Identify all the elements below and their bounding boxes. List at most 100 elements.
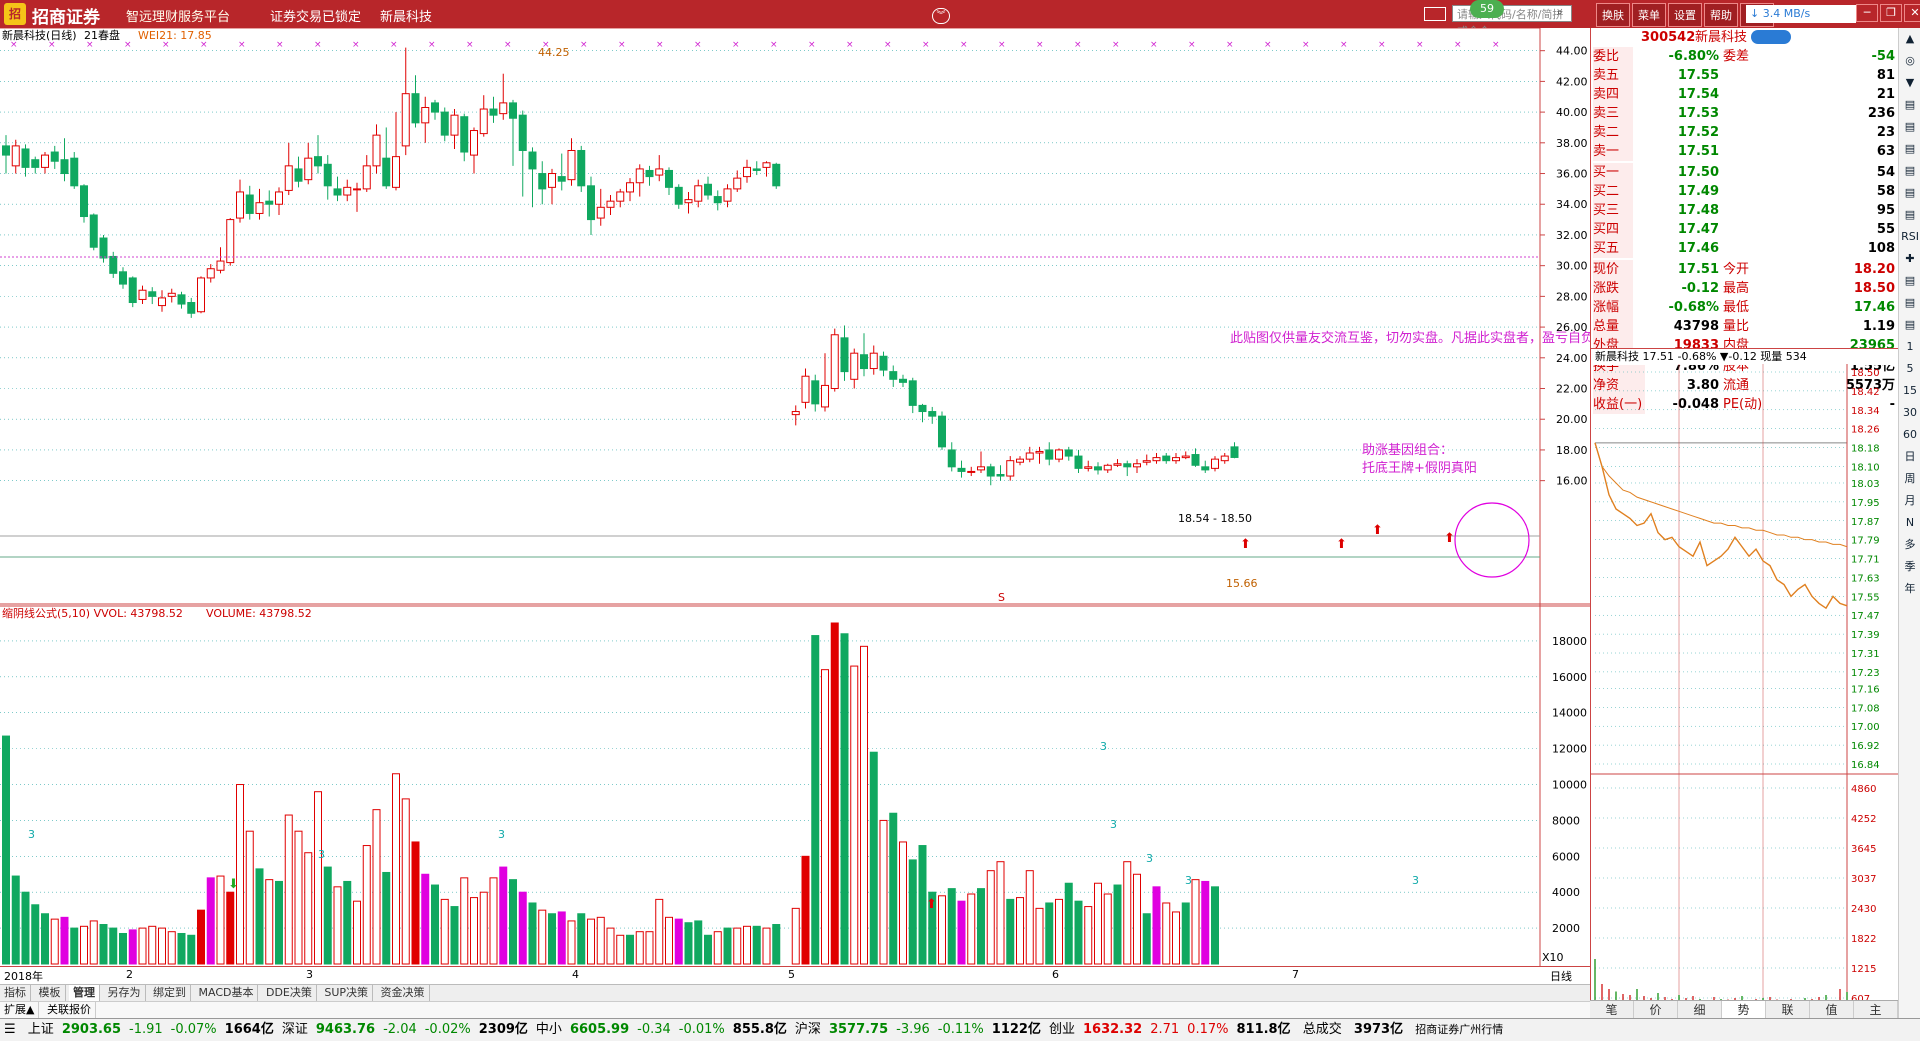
menu-help[interactable]: 帮助 <box>1704 3 1738 27</box>
trade-lock-status[interactable]: 证券交易已锁定 <box>270 6 361 25</box>
toolstrip-item-0[interactable]: ▲ <box>1899 28 1920 50</box>
candle-body <box>60 159 69 175</box>
sell-level-4[interactable]: 卖四 17.54 21 <box>1591 85 1899 104</box>
tab-linked[interactable]: 联 <box>1766 1001 1810 1019</box>
tab-dde[interactable]: DDE决策 <box>262 985 317 1001</box>
sell-level-1[interactable]: 卖一 17.51 63 <box>1591 142 1899 161</box>
ticker-name[interactable]: 创业 <box>1049 1019 1075 1041</box>
toolstrip-item-6[interactable]: ▤ <box>1899 160 1920 182</box>
toolstrip-item-9[interactable]: RSI <box>1899 226 1920 248</box>
tab-template[interactable]: 模板 <box>35 985 66 1001</box>
buy-level-4[interactable]: 买四 17.47 55 <box>1591 220 1899 239</box>
toolstrip-item-15[interactable]: 5 <box>1899 358 1920 380</box>
cloud-icon[interactable] <box>1751 30 1791 44</box>
tab-value[interactable]: 值 <box>1810 1001 1854 1019</box>
search-icon[interactable]: ⌕ <box>1557 7 1569 19</box>
sell-level-2[interactable]: 卖二 17.52 23 <box>1591 123 1899 142</box>
time-label: 5 <box>788 968 795 981</box>
candle-body <box>89 214 98 248</box>
toolstrip-item-1[interactable]: ◎ <box>1899 50 1920 72</box>
volume-bar <box>694 920 703 965</box>
toolstrip-item-17[interactable]: 30 <box>1899 402 1920 424</box>
toolstrip-item-16[interactable]: 15 <box>1899 380 1920 402</box>
volume-bar <box>704 934 712 965</box>
candle-body <box>450 114 459 136</box>
buy-level-1[interactable]: 买一 17.50 54 <box>1591 163 1899 182</box>
tab-indicator[interactable]: 指标 <box>0 985 31 1001</box>
app-logo-icon: 招 <box>4 3 26 25</box>
toolstrip-item-19[interactable]: 日 <box>1899 446 1920 468</box>
ticker-name[interactable]: 上证 <box>28 1019 54 1041</box>
sell-level-5[interactable]: 卖五 17.55 81 <box>1591 66 1899 85</box>
kline-chart-area[interactable]: 44.00 42.00 40.00 38.00 36.00 34.00 32.00 30.00… <box>0 27 1607 966</box>
ticker-menu-icon[interactable]: ☰ <box>4 1019 16 1041</box>
tab-manage[interactable]: 管理 <box>69 985 100 1001</box>
toolstrip-item-4[interactable]: ▤ <box>1899 116 1920 138</box>
period-label[interactable]: 日线 <box>1550 968 1572 984</box>
toolstrip-item-2[interactable]: ▼ <box>1899 72 1920 94</box>
sell-level-3[interactable]: 卖三 17.53 236 <box>1591 104 1899 123</box>
tab-bind[interactable]: 绑定到 <box>149 985 191 1001</box>
level-price: 17.51 <box>1677 144 1719 159</box>
candle-body <box>128 277 137 304</box>
tab-ticks[interactable]: 笔 <box>1590 1001 1634 1019</box>
kline-svg[interactable]: 44.00 42.00 40.00 38.00 36.00 34.00 32.00 30.00… <box>0 27 1607 966</box>
tab-price[interactable]: 价 <box>1634 1001 1678 1019</box>
toolstrip-item-11[interactable]: ▤ <box>1899 270 1920 292</box>
close-icon[interactable]: ✕ <box>1904 4 1920 22</box>
toolstrip-item-5[interactable]: ▤ <box>1899 138 1920 160</box>
toolstrip-item-3[interactable]: ▤ <box>1899 94 1920 116</box>
toolstrip-item-20[interactable]: 周 <box>1899 468 1920 490</box>
candle-body <box>245 194 254 214</box>
buy-level-2[interactable]: 买二 17.49 58 <box>1591 182 1899 201</box>
collapse-icon[interactable]: ︾ <box>932 8 950 24</box>
candle-body <box>743 166 751 178</box>
ticker-name[interactable]: 深证 <box>282 1019 308 1041</box>
candle-body <box>401 93 410 147</box>
maximize-icon[interactable]: ❐ <box>1880 4 1902 22</box>
tab-trend[interactable]: 势 <box>1722 1001 1766 1019</box>
buy-level-5[interactable]: 买五 17.46 108 <box>1591 239 1899 258</box>
toolstrip-item-25[interactable]: 年 <box>1899 578 1920 600</box>
toolstrip-item-10[interactable]: ✚ <box>1899 248 1920 270</box>
toolstrip-item-24[interactable]: 季 <box>1899 556 1920 578</box>
ticker-name[interactable]: 沪深 <box>795 1019 821 1041</box>
toolstrip-item-14[interactable]: 1 <box>1899 336 1920 358</box>
toolstrip-item-12[interactable]: ▤ <box>1899 292 1920 314</box>
notification-badge[interactable]: 59 <box>1470 0 1504 18</box>
toolstrip-item-22[interactable]: N <box>1899 512 1920 534</box>
toolstrip-item-23[interactable]: 多 <box>1899 534 1920 556</box>
intraday-chart[interactable]: 18.50 18.42 18.34 18.26 18.18 18.10 18.03 17.95… <box>1591 364 1899 1008</box>
volume-bar <box>548 913 556 965</box>
tab-expand[interactable]: 扩展▲ <box>0 1002 40 1018</box>
candle-body <box>957 467 966 472</box>
candle-body <box>41 154 49 168</box>
toolstrip-item-21[interactable]: 月 <box>1899 490 1920 512</box>
buy-level-3[interactable]: 买三 17.48 95 <box>1591 201 1899 220</box>
minimize-icon[interactable]: ─ <box>1856 4 1878 22</box>
menu-skin[interactable]: 换肤 <box>1596 3 1630 27</box>
candle-body <box>557 176 566 182</box>
time-axis: 2018年 2 3 4 5 6 7 日线 <box>0 966 1590 983</box>
candle-body <box>918 404 927 413</box>
toolstrip-item-8[interactable]: ▤ <box>1899 204 1920 226</box>
tab-macd[interactable]: MACD基本 <box>195 985 259 1001</box>
candle-body <box>1123 463 1132 468</box>
quote-panel: 300542 新晨科技 委比 -6.80% 委差 -54 卖五 17.55 81 卖四 17.5… <box>1590 28 1899 1018</box>
tab-save-as[interactable]: 另存为 <box>104 985 146 1001</box>
tab-detail[interactable]: 细 <box>1678 1001 1722 1019</box>
keyboard-icon[interactable] <box>1424 7 1446 21</box>
toolstrip-item-7[interactable]: ▤ <box>1899 182 1920 204</box>
tab-main[interactable]: 主 <box>1854 1001 1898 1019</box>
toolstrip-item-18[interactable]: 60 <box>1899 424 1920 446</box>
tab-related-quotes[interactable]: 关联报价 <box>43 1002 96 1018</box>
stat-l2: 量比 <box>1723 319 1750 334</box>
tab-fund[interactable]: 资金决策 <box>377 985 430 1001</box>
ticker-name[interactable]: 中小 <box>536 1019 562 1041</box>
volume-bar <box>801 855 810 965</box>
weibi-row[interactable]: 委比 -6.80% 委差 -54 <box>1591 47 1899 66</box>
toolstrip-item-13[interactable]: ▤ <box>1899 314 1920 336</box>
tab-sup[interactable]: SUP决策 <box>320 985 374 1001</box>
menu-main[interactable]: 菜单 <box>1632 3 1666 27</box>
menu-settings[interactable]: 设置 <box>1668 3 1702 27</box>
